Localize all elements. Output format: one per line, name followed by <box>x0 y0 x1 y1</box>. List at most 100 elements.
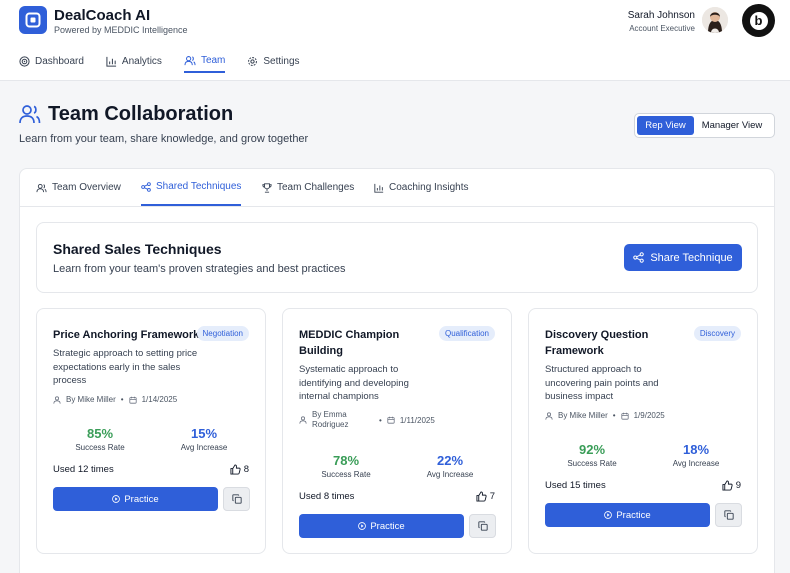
card-meta: By Mike Miller • 1/14/2025 <box>53 395 177 404</box>
like-count: 9 <box>735 480 741 491</box>
like-button[interactable]: 8 <box>230 464 249 475</box>
brand-subtitle: Powered by MEDDIC Intelligence <box>54 25 188 35</box>
play-circle-icon <box>112 495 121 503</box>
user-icon <box>545 411 553 420</box>
tab-coaching-insights-label: Coaching Insights <box>389 182 469 193</box>
category-tag: Discovery <box>693 326 741 341</box>
tab-coaching-insights[interactable]: Coaching Insights <box>374 169 469 206</box>
calendar-icon <box>620 412 629 420</box>
practice-button[interactable]: Practice <box>299 514 464 538</box>
users-icon <box>36 183 47 192</box>
thumbs-up-icon <box>476 491 487 502</box>
share-icon <box>141 181 151 192</box>
card-description: Systematic approach to identifying and d… <box>299 364 409 402</box>
copy-icon <box>723 510 734 520</box>
card-meta: By Emma Rodriguez • 1/11/2025 <box>299 410 435 430</box>
trophy-icon <box>262 182 272 193</box>
success-rate-value: 92% <box>578 442 606 457</box>
practice-button[interactable]: Practice <box>545 503 710 527</box>
main-nav: Dashboard Analytics Team Settings <box>19 49 322 73</box>
tab-bar: Team Overview Shared Techniques Team Cha… <box>20 169 774 207</box>
practice-label: Practice <box>370 520 405 532</box>
share-technique-label: Share Technique <box>650 251 733 264</box>
copy-button[interactable] <box>469 514 496 538</box>
success-rate-label: Success Rate <box>567 459 617 468</box>
user-role: Account Executive <box>629 24 695 33</box>
avg-increase-label: Avg Increase <box>180 443 228 452</box>
meta-separator: • <box>120 395 124 404</box>
section-title: Shared Sales Techniques <box>53 241 222 257</box>
view-toggle: Rep View Manager View <box>634 113 775 138</box>
card-date: 1/11/2025 <box>399 415 435 425</box>
avg-increase-stat: 15% Avg Increase <box>159 426 249 452</box>
usage-count: Used 15 times <box>545 480 606 491</box>
calendar-icon <box>387 416 395 424</box>
thumbs-up-icon <box>722 480 733 491</box>
nav-team-label: Team <box>200 54 226 66</box>
tab-shared-techniques[interactable]: Shared Techniques <box>141 169 242 206</box>
like-button[interactable]: 9 <box>722 480 741 491</box>
copy-button[interactable] <box>715 503 742 527</box>
users-icon <box>184 55 196 65</box>
top-bar: DealCoach AI Powered by MEDDIC Intellige… <box>0 0 790 81</box>
card-description: Strategic approach to setting price expe… <box>53 348 198 386</box>
card-title: Price Anchoring Framework <box>53 329 200 341</box>
card-date: 1/9/2025 <box>633 411 665 420</box>
user-icon <box>53 395 61 404</box>
bar-chart-icon <box>106 56 117 67</box>
practice-label: Practice <box>124 493 159 505</box>
like-count: 8 <box>243 464 249 475</box>
tab-team-challenges-label: Team Challenges <box>277 182 355 193</box>
badge-letter: b <box>749 11 768 30</box>
practice-button[interactable]: Practice <box>53 487 218 511</box>
category-tag: Qualification <box>438 326 495 341</box>
card-author: By Emma Rodriguez <box>312 410 349 429</box>
copy-button[interactable] <box>223 487 250 511</box>
nav-analytics[interactable]: Analytics <box>106 49 162 73</box>
user-icon <box>299 416 307 424</box>
manager-view-button[interactable]: Manager View <box>694 116 770 135</box>
technique-card: MEDDIC Champion Building Qualification S… <box>282 308 512 554</box>
section-subtitle: Learn from your team's proven strategies… <box>53 263 346 275</box>
copy-icon <box>477 521 488 531</box>
page-subtitle: Learn from your team, share knowledge, a… <box>19 133 309 145</box>
avg-increase-value: 18% <box>682 442 710 457</box>
nav-team[interactable]: Team <box>183 49 226 73</box>
tab-team-overview[interactable]: Team Overview <box>36 169 121 206</box>
practice-label: Practice <box>616 509 651 521</box>
category-tag: Negotiation <box>196 326 249 341</box>
tab-team-challenges[interactable]: Team Challenges <box>262 169 354 206</box>
like-button[interactable]: 7 <box>476 491 495 502</box>
card-description: Structured approach to uncovering pain p… <box>545 364 659 402</box>
card-title: Discovery Question Framework <box>545 329 649 357</box>
nav-settings[interactable]: Settings <box>247 49 300 73</box>
avg-increase-label: Avg Increase <box>672 459 720 468</box>
meta-separator: • <box>612 411 616 420</box>
app-logo-icon[interactable] <box>19 6 47 34</box>
avatar[interactable] <box>702 7 728 33</box>
success-rate-stat: 92% Success Rate <box>547 442 637 468</box>
avg-increase-value: 22% <box>436 453 464 468</box>
avg-increase-stat: 22% Avg Increase <box>405 453 495 479</box>
company-badge-logo: b <box>742 4 775 37</box>
nav-analytics-label: Analytics <box>121 55 162 67</box>
share-technique-button[interactable]: Share Technique <box>624 244 742 271</box>
success-rate-value: 85% <box>86 426 114 441</box>
meta-separator: • <box>379 415 382 425</box>
calendar-icon <box>128 396 137 404</box>
nav-dashboard[interactable]: Dashboard <box>19 49 84 73</box>
page-title: Team Collaboration <box>48 103 234 125</box>
rep-view-button[interactable]: Rep View <box>637 116 694 135</box>
copy-icon <box>231 494 242 504</box>
like-count: 7 <box>489 491 495 502</box>
shared-techniques-header: Shared Sales Techniques Learn from your … <box>36 222 758 293</box>
usage-count: Used 12 times <box>53 464 114 475</box>
gear-icon <box>248 56 258 66</box>
card-author: By Mike Miller <box>558 411 608 420</box>
brand-name: DealCoach AI <box>54 7 151 24</box>
avg-increase-value: 15% <box>190 426 218 441</box>
usage-count: Used 8 times <box>299 491 355 502</box>
user-name: Sarah Johnson <box>627 10 695 21</box>
users-icon <box>19 105 41 124</box>
success-rate-value: 78% <box>332 453 360 468</box>
